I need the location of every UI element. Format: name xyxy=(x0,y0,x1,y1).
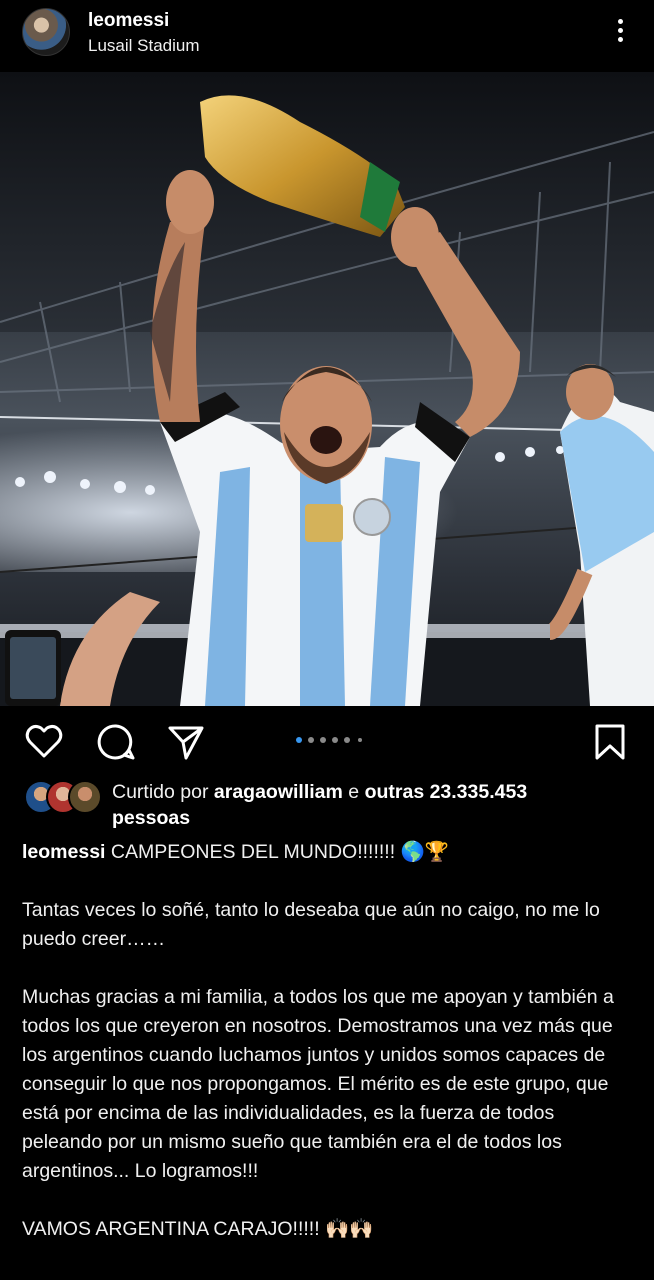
profile-avatar[interactable] xyxy=(22,8,70,56)
caption-paragraph: Muchas gracias a mi familia, a todos los… xyxy=(22,986,614,1182)
liked-by-suffix[interactable]: pessoas xyxy=(112,807,190,829)
post-actions xyxy=(0,712,654,772)
liked-by-user[interactable]: aragaowilliam xyxy=(214,781,343,803)
post-photo-illustration xyxy=(0,72,654,706)
carousel-dot xyxy=(320,737,326,743)
liked-by-prefix: Curtido por xyxy=(112,781,209,803)
post-caption: leomessi CAMPEONES DEL MUNDO!!!!!!! 🌎🏆 T… xyxy=(22,838,634,1244)
caption-username[interactable]: leomessi xyxy=(22,841,105,863)
carousel-dot xyxy=(358,738,362,742)
carousel-dot xyxy=(332,737,338,743)
liked-by-avatars[interactable] xyxy=(24,780,104,814)
post-location[interactable]: Lusail Stadium xyxy=(88,36,200,56)
liked-by-others-count[interactable]: outras 23.335.453 xyxy=(365,781,528,803)
liked-by-connector: e xyxy=(348,781,360,803)
carousel-dot xyxy=(344,737,350,743)
caption-paragraph: VAMOS ARGENTINA CARAJO!!!!! 🙌🏻🙌🏻 xyxy=(22,1218,374,1240)
carousel-dot-active xyxy=(296,737,302,743)
carousel-dot xyxy=(308,737,314,743)
comment-icon[interactable] xyxy=(96,722,136,762)
caption-paragraph: Tantas veces lo soñé, tanto lo deseaba q… xyxy=(22,899,600,950)
post-photo[interactable] xyxy=(0,72,654,706)
liker-avatar xyxy=(68,780,102,814)
liked-by-text[interactable]: Curtido por aragaowilliam e outras 23.33… xyxy=(112,779,632,831)
bookmark-icon[interactable] xyxy=(590,722,630,762)
caption-headline: CAMPEONES DEL MUNDO!!!!!!! 🌎🏆 xyxy=(110,841,450,863)
send-icon[interactable] xyxy=(166,722,206,762)
more-vertical-icon[interactable] xyxy=(608,16,632,52)
post-username[interactable]: leomessi xyxy=(88,10,169,32)
post-header: leomessi Lusail Stadium xyxy=(0,0,654,70)
heart-icon[interactable] xyxy=(24,722,64,762)
